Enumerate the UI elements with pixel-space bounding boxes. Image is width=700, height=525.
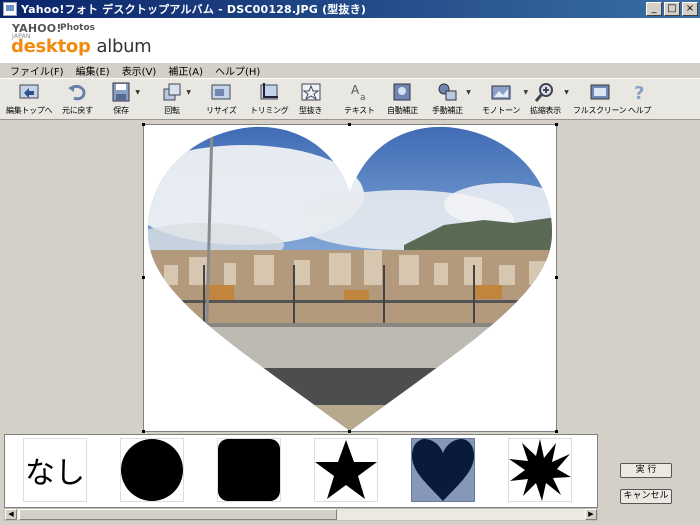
title-bar: Yahoo!フォト デスクトップアルバム - DSC00128.JPG (型抜き…	[0, 0, 700, 18]
trim-icon	[258, 81, 280, 103]
heart-shape-icon	[412, 439, 474, 501]
toolbar-rotate-button[interactable]: ▼ 回転	[161, 81, 191, 119]
auto-correct-icon	[391, 81, 413, 103]
heart-cut-photo	[147, 126, 553, 431]
toolbar-zoom-label: 拡縮表示	[530, 106, 561, 115]
resize-handle-ml[interactable]	[142, 276, 145, 279]
rotate-icon	[161, 81, 183, 103]
resize-handle-tr[interactable]	[555, 123, 558, 126]
horizontal-scrollbar[interactable]: ◀ ▶	[4, 508, 598, 521]
toolbar-edit-top-label: 編集トップへ	[6, 106, 53, 115]
menu-bar: ファイル(F) 編集(E) 表示(V) 補正(A) ヘルプ(H)	[0, 62, 700, 78]
undo-icon	[66, 81, 88, 103]
resize-icon	[210, 81, 232, 103]
menu-view[interactable]: 表示(V)	[116, 63, 163, 78]
toolbar-undo-button[interactable]: 元に戻す	[62, 81, 93, 119]
window-title: Yahoo!フォト デスクトップアルバム - DSC00128.JPG (型抜き…	[21, 3, 367, 16]
menu-file[interactable]: ファイル(F)	[4, 63, 70, 78]
action-panel: 実 行 キャンセル	[598, 434, 696, 521]
toolbar-save-button[interactable]: ▼ 保存	[110, 81, 140, 119]
fullscreen-icon	[589, 81, 611, 103]
toolbar-fullscreen-button[interactable]: フルスクリーン	[573, 81, 627, 119]
toolbar-text-label: テキスト	[344, 106, 375, 115]
toolbar-trim-button[interactable]: トリミング	[250, 81, 289, 119]
close-button[interactable]: ×	[682, 2, 698, 16]
resize-handle-br[interactable]	[555, 430, 558, 433]
scroll-left-arrow-icon[interactable]: ◀	[5, 509, 17, 520]
menu-adjust[interactable]: 補正(A)	[162, 63, 209, 78]
logo-header: YAHOO! JAPAN Photos desktop album	[0, 18, 700, 62]
text-icon: Aa	[348, 81, 370, 103]
toolbar-fullscreen-label: フルスクリーン	[573, 106, 627, 115]
help-icon: ?	[629, 81, 651, 104]
toolbar-edit-top-button[interactable]: 編集トップへ	[6, 81, 53, 119]
toolbar-auto-correct-label: 自動補正	[387, 106, 418, 115]
svg-text:a: a	[360, 93, 366, 103]
svg-text:A: A	[351, 83, 360, 97]
execute-button[interactable]: 実 行	[620, 463, 672, 478]
shape-burst[interactable]	[508, 438, 572, 502]
toolbar: 編集トップへ 元に戻す ▼ 保存 ▼ 回転 リサイズ トリミング 型抜き A a…	[0, 78, 700, 120]
toolbar-zoom-button[interactable]: ▼ 拡縮表示	[530, 81, 569, 119]
app-icon	[3, 2, 17, 16]
toolbar-monotone-label: モノトーン	[482, 106, 521, 115]
minimize-button[interactable]: _	[646, 2, 662, 16]
toolbar-rotate-label: 回転	[164, 106, 180, 115]
desktop-album-logo: desktop album	[11, 36, 152, 57]
toolbar-auto-correct-button[interactable]: 自動補正	[387, 81, 418, 119]
circle-shape-icon	[121, 439, 183, 501]
scroll-right-arrow-icon[interactable]: ▶	[585, 509, 597, 520]
shape-circle[interactable]	[120, 438, 184, 502]
shape-none[interactable]: なし	[23, 438, 87, 502]
manual-correct-dropdown-icon[interactable]: ▼	[466, 89, 471, 96]
toolbar-trim-label: トリミング	[250, 106, 289, 115]
shape-selector: なし	[4, 434, 598, 508]
photos-logo-text: Photos	[60, 23, 96, 33]
toolbar-undo-label: 元に戻す	[62, 106, 93, 115]
toolbar-save-label: 保存	[113, 106, 129, 115]
maximize-button[interactable]: □	[664, 2, 680, 16]
monotone-dropdown-icon[interactable]: ▼	[523, 89, 528, 96]
cancel-button[interactable]: キャンセル	[620, 489, 672, 504]
zoom-dropdown-icon[interactable]: ▼	[564, 89, 569, 96]
menu-help[interactable]: ヘルプ(H)	[209, 63, 266, 78]
window-controls: _ □ ×	[646, 2, 698, 16]
toolbar-text-button[interactable]: Aa テキスト	[344, 81, 375, 119]
shape-heart[interactable]	[411, 438, 475, 502]
burst-shape-icon	[509, 439, 571, 501]
shape-cut-icon	[300, 81, 322, 103]
toolbar-help-button[interactable]: ? ヘルプ	[628, 81, 651, 119]
toolbar-manual-correct-label: 手動補正	[432, 106, 463, 115]
shape-rounded-square[interactable]	[217, 438, 281, 502]
resize-handle-mr[interactable]	[555, 276, 558, 279]
toolbar-shape-cut-label: 型抜き	[299, 106, 323, 115]
toolbar-help-label: ヘルプ	[628, 106, 652, 115]
save-icon	[110, 81, 132, 103]
rotate-dropdown-icon[interactable]: ▼	[186, 89, 191, 96]
resize-handle-bc[interactable]	[348, 430, 351, 433]
toolbar-manual-correct-button[interactable]: ▼ 手動補正	[432, 81, 471, 119]
star-shape-icon	[315, 440, 377, 499]
toolbar-shape-cut-button[interactable]: 型抜き	[299, 81, 322, 119]
rounded-square-shape-icon	[218, 439, 280, 501]
monotone-icon	[490, 81, 512, 103]
edit-top-icon	[18, 81, 40, 103]
zoom-icon	[534, 81, 556, 103]
toolbar-resize-label: リサイズ	[206, 106, 237, 115]
shape-star[interactable]	[314, 438, 378, 502]
brand-desktop: desktop	[11, 36, 91, 57]
resize-handle-tc[interactable]	[348, 123, 351, 126]
brand-album: album	[96, 36, 152, 57]
toolbar-resize-button[interactable]: リサイズ	[206, 81, 237, 119]
save-dropdown-icon[interactable]: ▼	[135, 89, 140, 96]
resize-handle-bl[interactable]	[142, 430, 145, 433]
shape-none-label: なし	[25, 456, 85, 491]
menu-edit[interactable]: 編集(E)	[70, 63, 116, 78]
manual-correct-icon	[436, 81, 458, 103]
toolbar-monotone-button[interactable]: ▼ モノトーン	[482, 81, 528, 119]
svg-text:?: ?	[634, 83, 644, 103]
image-canvas[interactable]	[142, 123, 558, 433]
scroll-thumb[interactable]	[19, 509, 337, 520]
resize-handle-tl[interactable]	[142, 123, 145, 126]
